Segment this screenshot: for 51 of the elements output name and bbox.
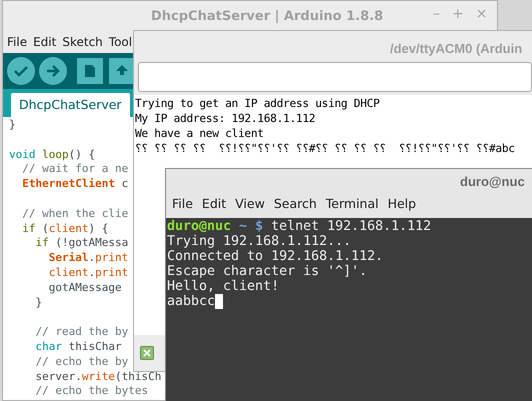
terminal-line: Connected to 192.168.1.112. bbox=[167, 249, 384, 264]
menu-item[interactable]: Sketch bbox=[62, 33, 103, 51]
code-line: // echo the by bbox=[34, 354, 128, 370]
menu-item[interactable]: Tool bbox=[108, 33, 132, 51]
cross-icon bbox=[143, 349, 151, 357]
code-line: } bbox=[9, 118, 16, 133]
menu-item[interactable]: Edit bbox=[33, 33, 56, 51]
output-line: My IP address: 192.168.1.112 bbox=[135, 111, 316, 126]
terminal-line: aabbcc bbox=[167, 294, 216, 309]
code-line: // when the clie bbox=[21, 206, 128, 222]
new-button[interactable] bbox=[77, 58, 103, 84]
up-arrow-icon bbox=[115, 64, 129, 78]
code-line: // read the by bbox=[34, 325, 128, 340]
code-line: if (!gotAMessa bbox=[34, 236, 128, 252]
terminal-line: Trying 192.168.1.112... bbox=[167, 234, 352, 249]
code-line: // echo the bytes bbox=[34, 384, 148, 400]
code-line: if (client) { bbox=[21, 222, 108, 236]
right-arrow-icon bbox=[46, 65, 60, 77]
terminal-line: duro@nuc ~ $ telnet 192.168.1.112 bbox=[167, 219, 432, 234]
window-title: /dev/ttyACM0 (Arduin bbox=[390, 40, 522, 58]
code-line: // wait for a ne bbox=[21, 162, 128, 178]
menu-item[interactable]: Search bbox=[274, 195, 317, 214]
terminal-line: Escape character is '^]'. bbox=[167, 264, 368, 279]
input-field[interactable] bbox=[138, 62, 532, 92]
terminal-line: Hello, client! bbox=[167, 279, 280, 294]
output-line: We have a new client bbox=[135, 126, 264, 141]
menu-item[interactable]: Edit bbox=[202, 195, 226, 214]
code-line: client.print bbox=[48, 266, 128, 281]
menu-item[interactable]: Help bbox=[388, 195, 416, 214]
editor-tab[interactable]: DhcpChatServer bbox=[11, 93, 130, 117]
window-title: DhcpChatServer | Arduino 1.8.8 bbox=[151, 8, 384, 26]
code-line: void loop() { bbox=[9, 148, 96, 162]
checkbox[interactable] bbox=[140, 346, 154, 360]
code-line: EthernetClient c bbox=[21, 177, 128, 192]
check-icon bbox=[14, 65, 28, 77]
code-line: server.write(thisCh bbox=[34, 370, 162, 384]
code-line: Serial.print bbox=[48, 251, 128, 266]
code-line: } bbox=[34, 296, 42, 310]
upload-button[interactable] bbox=[39, 57, 67, 85]
open-button[interactable] bbox=[109, 58, 135, 84]
menu-item[interactable]: View bbox=[235, 195, 265, 214]
menu-item[interactable]: Terminal bbox=[326, 195, 379, 214]
menu-item[interactable]: File bbox=[172, 195, 193, 214]
code-line: char thisChar bbox=[34, 340, 122, 355]
output-line: Trying to get an IP address using DHCP bbox=[135, 96, 380, 111]
menu-item[interactable]: File bbox=[7, 33, 28, 51]
window-title: duro@nuc bbox=[460, 173, 525, 191]
output-line: ⸮⸮ ⸮⸮ ⸮⸮ ⸮⸮ ⸮⸮!⸮⸮"⸮⸮'⸮⸮ ⸮⸮#⸮⸮ ⸮⸮ ⸮⸮ ⸮⸮ ⸮⸮!⸮⸮"⸮⸮'⸮⸮ ⸮⸮#abc bbox=[135, 141, 515, 156]
verify-button[interactable] bbox=[7, 57, 35, 85]
document-icon bbox=[84, 64, 96, 78]
code-line: gotAMessage bbox=[48, 280, 122, 296]
